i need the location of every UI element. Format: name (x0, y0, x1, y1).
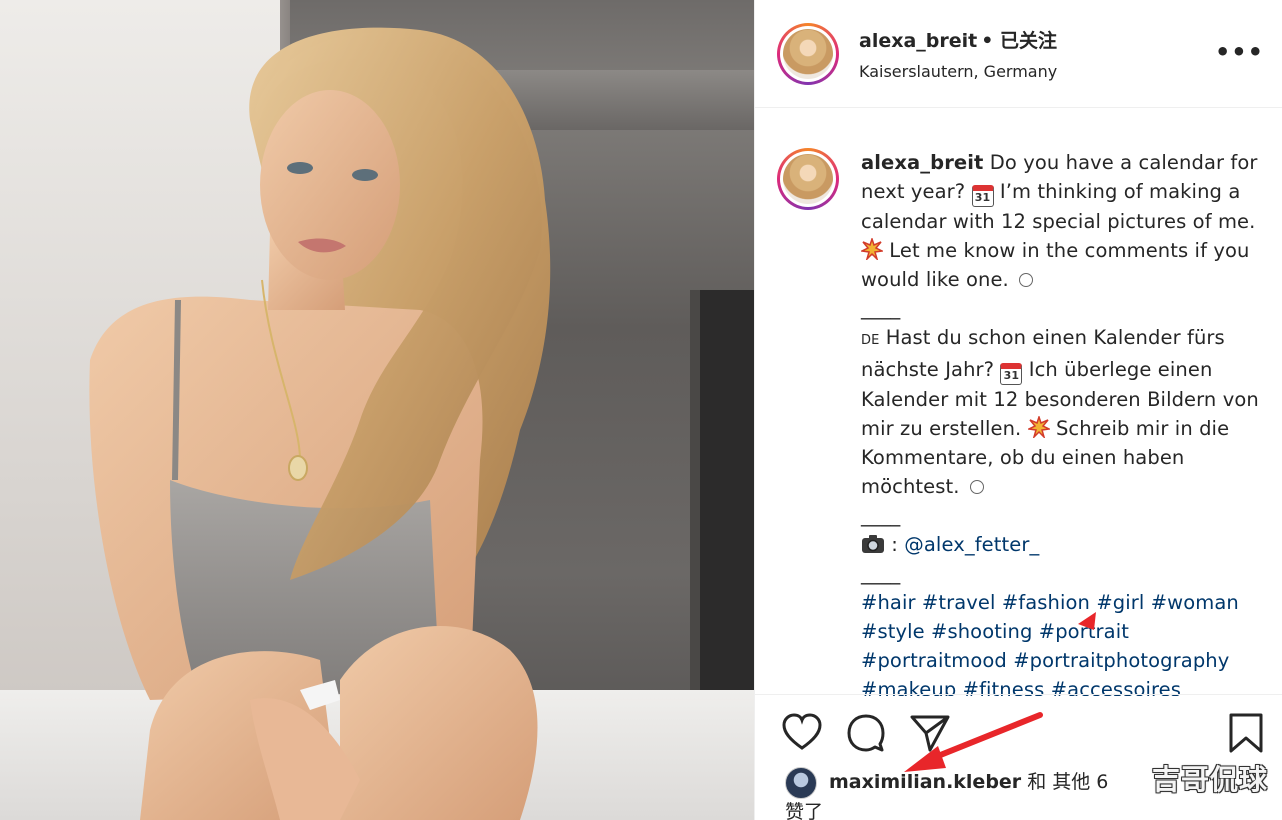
likes-text: maximilian.kleber 和 其他 6 (829, 767, 1108, 794)
hashtag-list: #hair #travel #fashion #girl #woman #sty… (861, 588, 1261, 696)
hand-emoji-icon (1019, 273, 1034, 287)
author-line: alexa_breit • 已关注 (859, 26, 1057, 53)
calendar-emoji-icon: 31 (1000, 363, 1023, 385)
hashtag-link[interactable]: #fashion (1002, 591, 1090, 614)
collision-emoji-icon (1027, 416, 1050, 438)
hashtag-link[interactable]: #woman (1151, 591, 1239, 614)
caption-separator: ____ (861, 504, 901, 527)
caption-username[interactable]: alexa_breit (861, 151, 983, 174)
caption-avatar[interactable] (777, 148, 839, 210)
caption-en: alexa_breit Do you have a calendar for n… (861, 148, 1261, 294)
heart-icon[interactable] (781, 712, 823, 754)
instagram-post-view: alexa_breit • 已关注 Kaiserslautern, Germany… (0, 0, 1282, 820)
follow-status[interactable]: • 已关注 (981, 30, 1057, 52)
post-photo[interactable] (0, 0, 754, 820)
hand-emoji-icon (969, 480, 984, 494)
likes-others[interactable]: 和 其他 6 (1021, 771, 1108, 793)
author-avatar[interactable] (777, 22, 839, 85)
author-info: alexa_breit • 已关注 Kaiserslautern, Germany (859, 26, 1057, 81)
avatar-inner-ring (780, 25, 836, 82)
camera-emoji-icon (862, 535, 884, 553)
post-location[interactable]: Kaiserslautern, Germany (859, 62, 1057, 81)
caption-row: alexa_breit Do you have a calendar for n… (777, 148, 1262, 696)
caption-scroll-area[interactable]: alexa_breit Do you have a calendar for n… (755, 108, 1282, 696)
author-username[interactable]: alexa_breit (859, 30, 977, 52)
photographer-mention-link[interactable]: @alex_fetter_ (904, 533, 1039, 556)
liker-avatar[interactable] (785, 767, 817, 799)
hashtag-link[interactable]: #portraitphotography (1013, 649, 1229, 672)
photo-credit: : @alex_fetter_ (861, 530, 1261, 559)
avatar-inner-ring (780, 151, 836, 207)
post-actions-bar (777, 712, 1267, 756)
hashtag-link[interactable]: #portraitmood (861, 649, 1007, 672)
comment-icon[interactable] (845, 712, 887, 754)
watermark-text: 吉哥侃球 (1151, 763, 1268, 796)
paper-plane-icon[interactable] (909, 712, 951, 754)
post-header: alexa_breit • 已关注 Kaiserslautern, Germany… (755, 0, 1282, 108)
de-flag-emoji: DE (861, 333, 880, 348)
collision-emoji-icon (861, 238, 883, 260)
hashtag-link[interactable]: #hair (861, 591, 916, 614)
caption-separator: ____ (861, 562, 901, 585)
hashtag-link[interactable]: #girl (1096, 591, 1144, 614)
hashtag-link[interactable]: #travel (922, 591, 996, 614)
caption-separator: ____ (861, 297, 901, 320)
liker-username[interactable]: maximilian.kleber (829, 771, 1021, 793)
actions-divider (755, 694, 1282, 695)
photo-subject (0, 0, 754, 820)
post-side-panel: alexa_breit • 已关注 Kaiserslautern, Germany… (754, 0, 1282, 820)
hashtag-link[interactable]: #shooting (931, 620, 1032, 643)
hashtag-link[interactable]: #style (861, 620, 925, 643)
bookmark-icon[interactable] (1225, 712, 1267, 754)
calendar-emoji-icon: 31 (971, 185, 994, 207)
hashtag-link[interactable]: #portrait (1039, 620, 1129, 643)
more-options-icon[interactable]: ••• (1215, 38, 1264, 66)
caption-de: DE Hast du schon einen Kalender fürs näc… (861, 323, 1261, 501)
likes-suffix: 赞了 (785, 801, 824, 820)
avatar-image (783, 154, 833, 204)
credit-prefix: : (885, 533, 905, 556)
avatar-image (783, 28, 833, 79)
caption-text: alexa_breit Do you have a calendar for n… (861, 148, 1261, 696)
caption-en-3: Let me know in the comments if you would… (861, 239, 1250, 291)
